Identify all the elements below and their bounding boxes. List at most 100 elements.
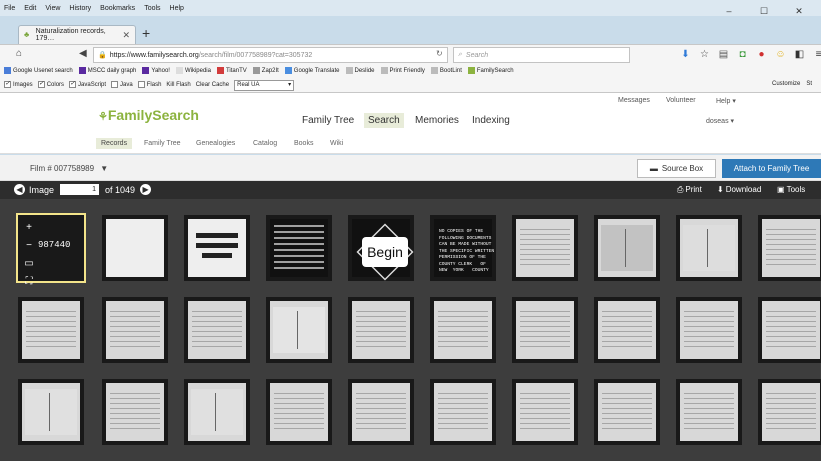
bookmark-star-icon[interactable]: ☆ <box>695 48 714 62</box>
zoom-in-icon[interactable]: + <box>22 219 36 237</box>
subnav-catalog[interactable]: Catalog <box>253 140 277 147</box>
bookmark-yahoo[interactable]: Yahoo! <box>142 67 170 75</box>
bookmark-mscc[interactable]: MSCC daily graph <box>78 67 136 75</box>
home-icon[interactable]: ⌂ <box>16 48 22 59</box>
toggle-java[interactable]: Java <box>111 81 133 89</box>
volunteer-link[interactable]: Volunteer <box>666 97 696 104</box>
menu-file[interactable]: File <box>4 5 15 12</box>
bookmark-google-usenet[interactable]: Google Usenet search <box>4 67 73 75</box>
thumbnail-24[interactable] <box>266 379 332 445</box>
print-button[interactable]: ⎙ Print <box>677 185 702 195</box>
thumbnail-18[interactable] <box>594 297 660 363</box>
checkbox-checked[interactable]: ✓ <box>4 81 11 89</box>
bookmark-titantv[interactable]: TitanTV <box>216 67 247 75</box>
smiley-icon[interactable]: ☺ <box>771 48 790 62</box>
menu-bookmarks[interactable]: Bookmarks <box>100 5 135 12</box>
thumbnail-11[interactable] <box>18 297 84 363</box>
url-bar[interactable]: 🔒 https://www.familysearch.org /search/f… <box>93 47 448 63</box>
thumbnail-5[interactable]: Begin <box>348 215 414 281</box>
subnav-wiki[interactable]: Wiki <box>330 140 343 147</box>
thumbnail-30[interactable] <box>758 379 821 445</box>
thumbnail-26[interactable] <box>430 379 496 445</box>
bookmark-wikipedia[interactable]: Wikipedia <box>175 67 211 75</box>
menu-help[interactable]: Help <box>170 5 184 12</box>
user-agent-select[interactable]: Real UA ▾ <box>234 79 295 91</box>
customize-button[interactable]: Customize <box>772 81 800 87</box>
nav-search[interactable]: Search <box>364 113 404 128</box>
browser-tab[interactable]: ♣ Naturalization records, 179… ✕ <box>18 25 136 44</box>
thumbnail-15[interactable] <box>348 297 414 363</box>
toggle-images[interactable]: ✓ Images <box>4 81 33 89</box>
reload-icon[interactable]: ↻ <box>436 49 443 58</box>
menu-history[interactable]: History <box>69 5 91 12</box>
kill-flash-button[interactable]: Kill Flash <box>166 82 190 88</box>
thumbnail-1[interactable]: + − ▭ ⛶ 987440 <box>16 213 86 287</box>
hamburger-menu-icon[interactable]: ≡ <box>809 48 821 62</box>
abp-stop-icon[interactable]: ● <box>752 48 771 62</box>
image-number-input[interactable]: 1 <box>60 184 100 195</box>
next-image-icon[interactable]: ▶ <box>140 184 152 195</box>
thumbnail-29[interactable] <box>676 379 742 445</box>
thumbnail-23[interactable] <box>184 379 250 445</box>
maximize-button[interactable]: ☐ <box>751 6 777 17</box>
thumbnail-19[interactable] <box>676 297 742 363</box>
close-window-button[interactable]: ✕ <box>786 6 812 17</box>
fullscreen-icon[interactable]: ⛶ <box>22 273 36 291</box>
minimize-button[interactable]: – <box>716 6 742 17</box>
bookmark-print-friendly[interactable]: Print Friendly <box>380 67 425 75</box>
thumbnail-12[interactable] <box>102 297 168 363</box>
toggle-javascript[interactable]: ✓ JavaScript <box>69 81 106 89</box>
addon-green-icon[interactable]: ◘ <box>733 48 752 62</box>
source-box-button[interactable]: ▬ Source Box <box>637 159 716 178</box>
thumbnail-25[interactable] <box>348 379 414 445</box>
thumbnail-28[interactable] <box>594 379 660 445</box>
thumbnail-4[interactable] <box>266 215 332 281</box>
new-tab-button[interactable]: + <box>142 25 150 41</box>
search-input[interactable]: ⌕ Search <box>453 47 630 63</box>
thumbnail-2[interactable] <box>102 215 168 281</box>
thumbnail-7[interactable] <box>512 215 578 281</box>
messages-link[interactable]: Messages <box>618 97 650 104</box>
subnav-family-tree[interactable]: Family Tree <box>144 140 181 147</box>
menu-tools[interactable]: Tools <box>144 5 160 12</box>
nav-family-tree[interactable]: Family Tree <box>302 115 354 126</box>
toggle-flash[interactable]: Flash <box>137 81 161 89</box>
clear-cache-button[interactable]: Clear Cache <box>196 82 229 88</box>
thumbnail-8[interactable] <box>594 215 660 281</box>
thumbnail-9[interactable] <box>676 215 742 281</box>
user-menu[interactable]: doseas ▾ <box>706 117 734 125</box>
sidebar-icon[interactable]: ◧ <box>790 48 809 62</box>
thumbnail-27[interactable] <box>512 379 578 445</box>
previous-image-icon[interactable]: ◀ <box>14 184 25 195</box>
back-icon[interactable]: ◀ <box>79 48 87 59</box>
nav-memories[interactable]: Memories <box>415 115 459 126</box>
attach-to-family-tree-button[interactable]: Attach to Family Tree <box>722 159 821 178</box>
thumbnail-3[interactable] <box>184 215 250 281</box>
thumbnail-22[interactable] <box>102 379 168 445</box>
subnav-records[interactable]: Records <box>96 138 133 149</box>
bookmark-google-translate[interactable]: Google Translate <box>284 67 340 75</box>
bookmark-bootlint[interactable]: BootLint <box>430 67 462 75</box>
nav-indexing[interactable]: Indexing <box>472 115 510 126</box>
film-number-dropdown[interactable]: Film # 007758989 ▼ <box>30 164 108 173</box>
tab-close-icon[interactable]: ✕ <box>122 30 130 41</box>
thumbnail-16[interactable] <box>430 297 496 363</box>
subnav-books[interactable]: Books <box>294 140 313 147</box>
tools-button[interactable]: ▣ Tools <box>777 185 805 194</box>
thumbnail-6[interactable]: NO COPIES OF THE FOLLOWING DOCUMENTS CAN… <box>430 215 496 281</box>
thumbnail-17[interactable] <box>512 297 578 363</box>
bookmark-zap2it[interactable]: Zap2It <box>252 67 279 75</box>
checkbox-unchecked[interactable] <box>111 81 119 89</box>
thumbnail-20[interactable] <box>758 297 821 363</box>
toggle-colors[interactable]: ✓ Colors <box>37 81 64 89</box>
fit-icon[interactable]: ▭ <box>22 255 36 273</box>
thumbnail-13[interactable] <box>184 297 250 363</box>
thumbnail-14[interactable] <box>266 297 332 363</box>
bookmark-deslide[interactable]: Deslide <box>345 67 375 75</box>
subnav-genealogies[interactable]: Genealogies <box>196 140 235 147</box>
menu-view[interactable]: View <box>45 5 60 12</box>
download-button[interactable]: ⬇ Download <box>717 185 761 194</box>
familysearch-logo[interactable]: ⚘FamilySearch <box>98 107 199 123</box>
help-menu[interactable]: Help ▾ <box>716 97 736 105</box>
checkbox-checked[interactable]: ✓ <box>69 81 77 89</box>
